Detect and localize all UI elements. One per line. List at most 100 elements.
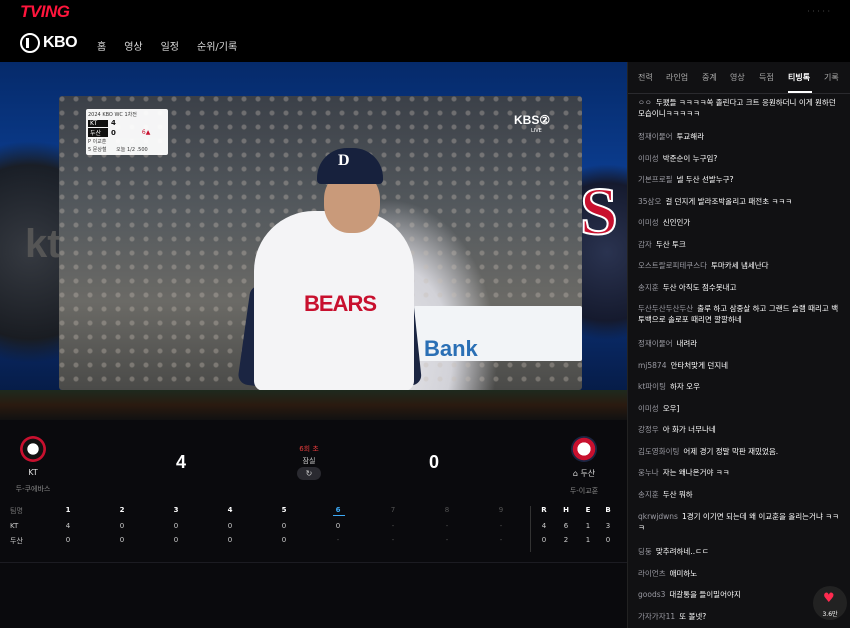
chat-text: 박준순이 누구임? <box>662 154 718 163</box>
scorebug-batter-line: 5 문상철 오늘 1/2 .500 <box>88 146 166 153</box>
inning-header: 2 <box>119 506 125 514</box>
chat-text: 안타처맞게 던지네 <box>670 361 729 370</box>
heart-icon: ♥ <box>823 591 835 606</box>
top-right-menu[interactable]: · · · · · <box>807 7 830 16</box>
side-panel-tab[interactable]: 중계 <box>702 72 717 83</box>
chat-username[interactable]: 김도영화이팅 <box>638 447 679 456</box>
nav-menu: 홈 영상 일정 순위/기록 <box>97 38 237 53</box>
kbo-logo[interactable]: KBO <box>20 33 78 53</box>
side-panel-tab[interactable]: 영상 <box>730 72 745 83</box>
stadium-banner-text: Bank <box>424 336 478 361</box>
ssg-background-logo: S <box>579 172 619 250</box>
chat-username[interactable]: kt파이팅 <box>638 382 666 391</box>
refresh-button[interactable]: ↻ <box>297 467 321 480</box>
total-value: 0 <box>541 536 547 544</box>
chat-text: 오우] <box>662 404 680 413</box>
nav-item-video[interactable]: 영상 <box>124 38 142 53</box>
inning-score: 0 <box>119 522 125 530</box>
chat-username[interactable]: 감자 <box>638 240 652 249</box>
home-team-block[interactable]: KT 두-쿠에바스 <box>5 436 61 494</box>
chat-username[interactable]: 기본프로필 <box>638 175 673 184</box>
inning-score: - <box>445 536 449 544</box>
chat-message: 웅누나 자는 왜나온거야 ㅋㅋ <box>638 467 843 478</box>
side-panel-tab[interactable]: 전력 <box>638 72 653 83</box>
nav-item-rank-records[interactable]: 순위/기록 <box>197 38 237 53</box>
chat-username[interactable]: 송지훈 <box>638 283 659 292</box>
scorebug-score: 0 <box>111 128 116 137</box>
top-bar: TVING · · · · · <box>0 0 850 25</box>
chat-message: kt파이팅 하자 오우 <box>638 381 843 392</box>
inning-score: - <box>336 536 340 544</box>
away-team-block[interactable]: ⌂ 두산 두-이교훈 <box>556 436 612 496</box>
chat-text: 두산 투크 <box>655 240 686 249</box>
chat-text: 또 볼넷? <box>679 612 707 621</box>
chat-username[interactable]: 이미성 <box>638 404 659 413</box>
chat-username[interactable]: 정재이물어 <box>638 132 673 141</box>
chat-username[interactable]: 오스트랄로피테쿠스다 <box>638 261 707 270</box>
kbo-logo-text: KBO <box>43 34 78 51</box>
chat-username[interactable]: 강정우 <box>638 425 659 434</box>
nav-item-schedule[interactable]: 일정 <box>161 38 179 53</box>
chat-message: 강정우 아 화가 너무나네 <box>638 424 843 435</box>
inning-score: 0 <box>173 536 179 544</box>
chat-username[interactable]: ㅇㅇ <box>638 98 652 107</box>
home-pitcher: 두-쿠에바스 <box>15 485 51 493</box>
inning-score: 0 <box>281 522 287 530</box>
broadcast-scorebug: 2024 KBO WC 1차전 KT 4 두산 0 6▲ P 이교훈 5 문상철… <box>86 109 168 155</box>
chat-text: 두팼들 ㅋㅋㅋㅋ쏙 졸린다고 크트 응원하더니 이게 원하던 모습이니ㅋㅋㅋㅋㅋ <box>638 98 836 118</box>
chat-username[interactable]: 송지훈 <box>638 490 659 499</box>
totals-header: R <box>541 506 547 514</box>
chat-username[interactable]: qkrwjdwns <box>638 512 678 521</box>
chat-message: 딩둥 맞추려하네..ㄷㄷ <box>638 546 843 557</box>
side-panel-tab[interactable]: 라인업 <box>666 72 688 83</box>
chat-username[interactable]: goods3 <box>638 590 665 599</box>
side-panel-tab[interactable]: 티빙톡 <box>788 72 810 83</box>
chat-username[interactable]: 가자가자11 <box>638 612 675 621</box>
chat-message: 35삼오 걸 던지게 발라조박올리고 패전초 ㅋㅋㅋ <box>638 196 843 207</box>
scorebug-inning: 6▲ <box>141 129 151 136</box>
side-panel-tab[interactable]: 득점 <box>759 72 774 83</box>
chat-username[interactable]: 이미성 <box>638 218 659 227</box>
chat-username[interactable]: 이미성 <box>638 154 659 163</box>
chat-message: 김도영화이팅 어제 경기 정말 막판 재밌었음. <box>638 446 843 457</box>
chat-text: 자는 왜나온거야 ㅋㅋ <box>662 468 730 477</box>
linescore-team-name: 두산 <box>10 537 23 545</box>
chat-message: 이미성 신인인가 <box>638 217 843 228</box>
inning-score: - <box>499 522 503 530</box>
chat-text: 대갈통을 들이밀어야지 <box>669 590 741 599</box>
chat-text: 어제 경기 정말 막판 재밌었음. <box>683 447 779 456</box>
chat-text: 하자 오우 <box>669 382 700 391</box>
chat-text: 아 화가 너무나네 <box>662 425 716 434</box>
nav-item-home[interactable]: 홈 <box>97 38 106 53</box>
kbo-nav-bar: KBO 홈 영상 일정 순위/기록 <box>0 25 850 62</box>
scorebug-row-doosan: 두산 0 6▲ <box>88 128 166 137</box>
linescore-row: KT 4 0 0 0 0 0 - - - 4 6 1 3 <box>0 522 627 534</box>
away-team-name: ⌂ 두산 <box>572 469 596 478</box>
inning-score: 0 <box>227 522 233 530</box>
chat-username[interactable]: 라이언츠 <box>638 569 666 578</box>
total-value: 0 <box>605 536 611 544</box>
chat-message: 이미성 오우] <box>638 403 843 414</box>
chat-username[interactable]: 35삼오 <box>638 197 661 206</box>
inning-header: 9 <box>498 506 504 514</box>
like-count: 3.6만 <box>822 611 838 618</box>
chat-text: 넬 두산 선발누구? <box>676 175 734 184</box>
chat-message: 송지훈 두산 뭐하 <box>638 489 843 500</box>
chat-username[interactable]: 딩둥 <box>638 547 652 556</box>
chat-username[interactable]: 웅누나 <box>638 468 659 477</box>
video-frame[interactable]: Bank BEARS D 2024 KBO WC 1차전 KT 4 두산 0 6… <box>59 96 582 390</box>
chat-username[interactable]: 두산두산두산두산 <box>638 304 693 313</box>
total-value: 1 <box>585 536 591 544</box>
chat-username[interactable]: 정재이물어 <box>638 339 673 348</box>
side-panel-tab[interactable]: 기록 <box>824 72 839 83</box>
linescore-header-label: 팀명 <box>10 507 23 515</box>
chat-text: 두산 뭐하 <box>662 490 693 499</box>
inning-header: 8 <box>444 506 450 514</box>
tving-logo[interactable]: TVING <box>20 2 70 22</box>
chat-message: 감자 두산 투크 <box>638 239 843 250</box>
chat-text: 신인인가 <box>662 218 691 227</box>
chat-username[interactable]: mj5874 <box>638 361 666 370</box>
scorebug-row-kt: KT 4 <box>88 119 166 127</box>
chat-message: 기본프로필 넬 두산 선발누구? <box>638 174 843 185</box>
field-strip <box>0 390 627 420</box>
